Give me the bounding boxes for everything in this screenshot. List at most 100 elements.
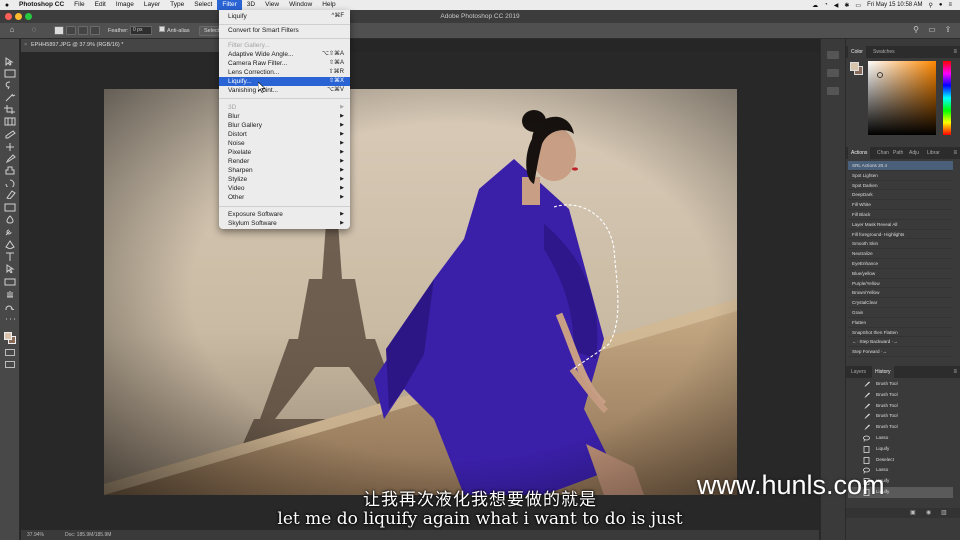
menu-help[interactable]: Help [317, 0, 340, 10]
close-tab-icon[interactable]: × [24, 39, 27, 52]
panel-menu-icon[interactable]: ≡ [953, 366, 957, 378]
search-icon[interactable]: ⚲ [928, 2, 932, 9]
filter-menu-skylum-software[interactable]: Skylum Software ▶ [219, 219, 350, 228]
filter-menu-blur-gallery[interactable]: Blur Gallery ▶ [219, 121, 350, 130]
volume-icon[interactable]: ◀ [834, 2, 839, 9]
document-tab[interactable]: × EPHH5897.JPG @ 37.9% (RGB/16) * [21, 39, 221, 52]
filter-menu-last-filter[interactable]: Liquify ^⌘F [219, 12, 350, 21]
intersect-selection-button[interactable] [90, 26, 100, 35]
search-icon[interactable]: ⚲ [912, 26, 920, 34]
bluetooth-icon[interactable]: ✱ [844, 2, 849, 9]
action-item[interactable]: Spot Lighten [848, 171, 953, 181]
history-state[interactable]: Deselect [848, 455, 953, 466]
tab-swatches[interactable]: Swatches [870, 46, 898, 58]
action-item[interactable]: Purple/Yellow [848, 279, 953, 289]
tab-libraries[interactable]: Librar [924, 147, 943, 159]
history-brush-tool-icon[interactable] [4, 178, 16, 187]
action-item[interactable]: Smooth Skin [848, 239, 953, 250]
battery-icon[interactable]: ▭ [855, 2, 861, 9]
action-item[interactable]: Step Forward ·→ [848, 347, 953, 357]
hue-slider[interactable] [943, 61, 951, 135]
subtract-selection-button[interactable] [78, 26, 88, 35]
antialias-checkbox[interactable] [159, 26, 165, 32]
move-tool-icon[interactable] [4, 57, 16, 66]
healing-tool-icon[interactable] [4, 142, 16, 151]
wifi-icon[interactable]: ◔ [824, 2, 828, 8]
type-tool-icon[interactable] [4, 252, 16, 261]
action-item[interactable]: Brown/Yellow [848, 288, 953, 299]
action-item[interactable]: Neutralize [848, 249, 953, 259]
lasso-tool-preset-icon[interactable]: ◌ [30, 26, 38, 34]
action-item[interactable]: Fill White [848, 200, 953, 210]
gradient-tool-icon[interactable] [4, 203, 16, 212]
dock-panel-icon[interactable] [827, 87, 839, 95]
filter-menu-camera-raw[interactable]: Camera Raw Filter... ⇧⌘A [219, 59, 350, 68]
action-item[interactable]: Spot Darken [848, 181, 953, 191]
share-icon[interactable]: ⇪ [944, 26, 952, 34]
color-field[interactable] [868, 61, 936, 135]
menu-edit[interactable]: Edit [90, 0, 111, 10]
filter-menu-distort[interactable]: Distort ▶ [219, 130, 350, 139]
rectangle-tool-icon[interactable] [4, 277, 16, 286]
action-item[interactable]: DeepDark [848, 190, 953, 201]
filter-menu-liquify[interactable]: Liquify... ⇧⌘X [219, 77, 350, 86]
document-canvas[interactable] [104, 89, 737, 495]
marquee-tool-icon[interactable] [4, 69, 16, 78]
user-icon[interactable]: ● [939, 2, 943, 8]
new-selection-button[interactable] [54, 26, 64, 35]
filter-menu-exposure-software[interactable]: Exposure Software ▶ [219, 210, 350, 219]
menu-type[interactable]: Type [165, 0, 189, 10]
zoom-readout[interactable]: 37.94% [27, 530, 44, 540]
panel-menu-icon[interactable]: ≡ [953, 46, 957, 58]
crop-tool-icon[interactable] [4, 105, 16, 114]
workspace-icon[interactable]: ▭ [928, 26, 936, 34]
eyedropper-tool-icon[interactable] [4, 130, 16, 139]
action-item[interactable]: ←· Step Backward ·→ [848, 337, 953, 348]
action-item[interactable]: Fill foreground- Highlights [848, 230, 953, 240]
panel-menu-icon[interactable]: ≡ [953, 147, 957, 159]
clone-stamp-tool-icon[interactable] [4, 166, 16, 175]
foreground-swatch[interactable] [850, 62, 859, 71]
action-item[interactable]: Blue/yellow [848, 269, 953, 279]
tab-layers[interactable]: Layers [848, 366, 869, 378]
brush-tool-icon[interactable] [4, 154, 16, 163]
filter-menu-pixelate[interactable]: Pixelate ▶ [219, 148, 350, 157]
filter-menu-vanishing-point[interactable]: Vanishing Point... ⌥⌘V [219, 86, 350, 95]
filter-menu-other[interactable]: Other ▶ [219, 193, 350, 202]
menu-app[interactable]: Photoshop CC [14, 0, 69, 10]
tab-paths[interactable]: Path [890, 147, 906, 159]
history-state[interactable]: Lasso [848, 433, 953, 444]
home-icon[interactable]: ⌂ [8, 26, 16, 34]
path-selection-tool-icon[interactable] [4, 264, 16, 273]
quick-mask-icon[interactable] [5, 349, 15, 356]
history-state[interactable]: Brush Tool [848, 401, 953, 412]
menu-select[interactable]: Select [189, 0, 217, 10]
action-item[interactable]: Layer Mask Reveal All [848, 220, 953, 230]
eraser-tool-icon[interactable] [4, 190, 16, 199]
filter-menu-convert-smart[interactable]: Convert for Smart Filters [219, 26, 350, 35]
menu-window[interactable]: Window [284, 0, 317, 10]
foreground-color-swatch[interactable] [4, 332, 12, 340]
feather-input[interactable]: 0 px [130, 26, 152, 35]
history-state[interactable]: Liquify [848, 444, 953, 455]
cloud-icon[interactable]: ☁ [812, 2, 818, 9]
filter-menu-lens-correction[interactable]: Lens Correction... ⇧⌘R [219, 68, 350, 77]
frame-tool-icon[interactable] [4, 117, 16, 126]
history-state[interactable]: Brush Tool [848, 411, 953, 422]
doc-size-readout[interactable]: Doc: 185.9M/185.9M [65, 530, 111, 540]
more-tools-icon[interactable] [4, 314, 16, 323]
menubar-clock[interactable]: Fri May 15 10:58 AM [867, 2, 922, 8]
action-item[interactable]: Grain [848, 308, 953, 318]
menu-image[interactable]: Image [111, 0, 139, 10]
zoom-tool-icon[interactable] [4, 301, 16, 310]
history-state[interactable]: Brush Tool [848, 422, 953, 433]
menu-layer[interactable]: Layer [139, 0, 165, 10]
tab-actions[interactable]: Actions [848, 147, 871, 159]
filter-menu-sharpen[interactable]: Sharpen ▶ [219, 166, 350, 175]
filter-menu-noise[interactable]: Noise ▶ [219, 139, 350, 148]
add-selection-button[interactable] [66, 26, 76, 35]
lasso-tool-icon[interactable] [4, 81, 16, 90]
action-item[interactable]: Flatten [848, 318, 953, 328]
blur-tool-icon[interactable] [4, 215, 16, 224]
action-item[interactable]: CrystalClear [848, 298, 953, 308]
